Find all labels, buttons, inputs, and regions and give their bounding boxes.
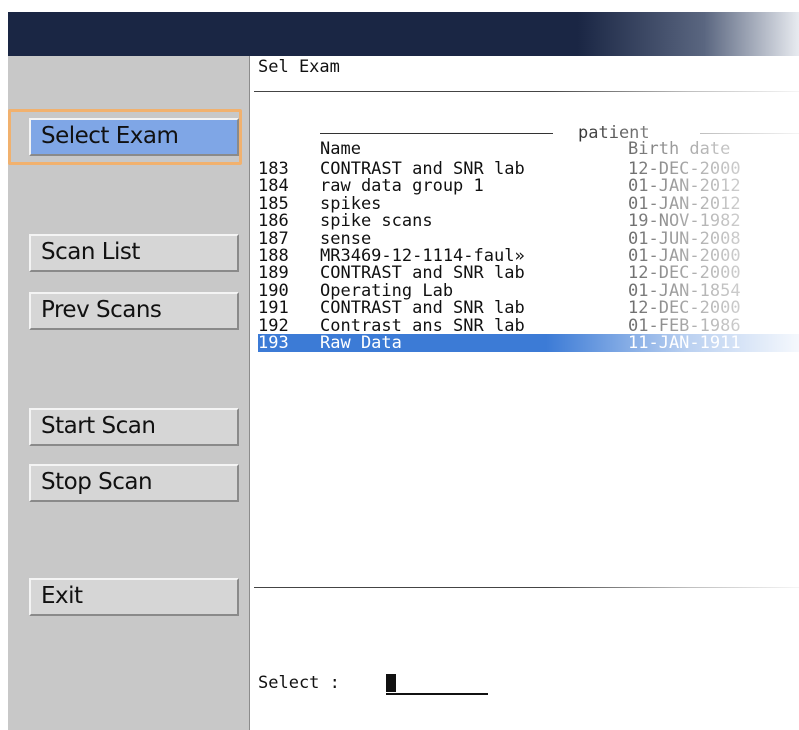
exam-number: 187 [258,228,289,249]
divider-top [254,91,799,92]
exam-row[interactable]: 185 spikes 01-JAN-2012 [258,195,799,213]
exam-name: Operating Lab [320,280,454,301]
exit-button[interactable]: Exit [29,578,239,616]
exam-number: 189 [258,263,289,284]
exam-name: raw data group 1 [320,176,484,197]
prev-scans-button[interactable]: Prev Scans [29,292,239,330]
exam-row[interactable]: 186 spike scans 19-NOV-1982 [258,212,799,230]
divider-bottom [254,587,799,588]
exam-number: 186 [258,211,289,232]
title-bar [8,12,799,56]
birth-date: 19-NOV-1982 [628,211,741,232]
birth-date: 01-JAN-2000 [628,246,741,266]
scan-list-button[interactable]: Scan List [29,234,239,272]
stop-scan-button[interactable]: Stop Scan [29,464,239,502]
app-window: Select Exam Scan List Prev Scans Start S… [8,12,799,730]
birth-date: 12-DEC-2000 [628,159,741,179]
exam-name: Contrast ans SNR lab [320,315,525,336]
birth-date: 01-JAN-2012 [628,176,741,197]
select-input-field[interactable] [386,693,488,695]
start-scan-button[interactable]: Start Scan [29,408,239,446]
exam-row[interactable]: 191 CONTRAST and SNR lab 12-DEC-2000 [258,299,799,317]
exam-number: 188 [258,246,289,266]
select-prompt: Select : [258,673,340,693]
column-header-name: Name [320,139,361,159]
birth-date: 11-JAN-1911 [628,333,741,353]
birth-date: 01-JAN-2012 [628,193,741,214]
select-exam-button[interactable]: Select Exam [29,118,239,156]
exam-number: 184 [258,176,289,197]
column-header-birth-date: Birth date [628,139,731,159]
birth-date: 01-FEB-1986 [628,315,741,336]
birth-date: 12-DEC-2000 [628,263,741,284]
exam-row[interactable]: 184 raw data group 1 01-JAN-2012 [258,177,799,195]
exam-number: 185 [258,193,289,214]
exam-row[interactable]: 193 Raw Data 11-JAN-1911 [258,334,799,352]
exam-number: 193 [258,333,289,353]
sidebar: Select Exam Scan List Prev Scans Start S… [8,56,250,730]
exam-number: 191 [258,298,289,319]
exam-number: 190 [258,280,289,301]
group-rule-right [700,133,799,134]
exam-number: 183 [258,159,289,179]
exam-name: spike scans [320,211,433,232]
exam-row[interactable]: 189 CONTRAST and SNR lab 12-DEC-2000 [258,264,799,282]
exam-panel: Sel Exam patient Name Birth date 183 CONT… [250,56,799,730]
text-cursor[interactable] [386,674,396,692]
birth-date: 01-JAN-1854 [628,280,741,301]
exam-name: Raw Data [320,333,402,353]
exam-number: 192 [258,315,289,336]
exam-name: CONTRAST and SNR lab [320,159,525,179]
exam-row[interactable]: 192 Contrast ans SNR lab 01-FEB-1986 [258,317,799,335]
birth-date: 12-DEC-2000 [628,298,741,319]
panel-title: Sel Exam [258,57,340,77]
exam-name: CONTRAST and SNR lab [320,263,525,284]
exam-row[interactable]: 188 MR3469-12-1114-faul» 01-JAN-2000 [258,247,799,265]
birth-date: 01-JUN-2008 [628,228,741,249]
exam-name: MR3469-12-1114-faul» [320,246,525,266]
group-rule-left [320,133,553,134]
exam-row[interactable]: 190 Operating Lab 01-JAN-1854 [258,282,799,300]
exam-row[interactable]: 183 CONTRAST and SNR lab 12-DEC-2000 [258,160,799,178]
exam-name: CONTRAST and SNR lab [320,298,525,319]
exam-name: sense [320,228,372,249]
exam-name: spikes [320,193,382,214]
exam-row[interactable]: 187 sense 01-JUN-2008 [258,230,799,248]
